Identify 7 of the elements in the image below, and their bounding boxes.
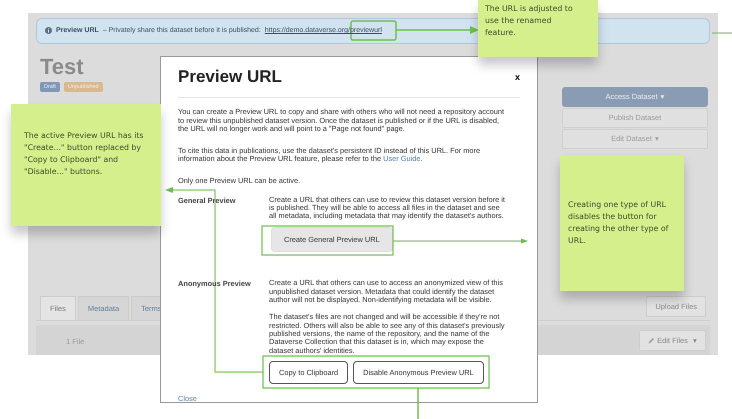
dialog-title: Preview URL: [178, 67, 282, 87]
connector-line: [712, 32, 732, 34]
pencil-icon: [648, 336, 655, 344]
info-icon: [45, 27, 52, 34]
dataset-title: Test: [40, 54, 85, 80]
connector-line: [417, 388, 419, 419]
close-button[interactable]: x: [514, 72, 520, 82]
